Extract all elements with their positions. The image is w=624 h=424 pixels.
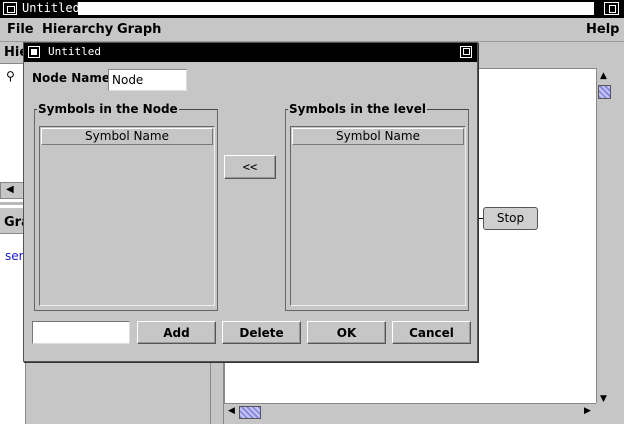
menubar: File Hierarchy Graph Help (0, 18, 624, 42)
scroll-right-icon[interactable]: ▶ (584, 406, 591, 416)
symbols-in-node-list[interactable]: Symbol Name (39, 126, 215, 306)
symbol-name-input[interactable] (32, 321, 130, 344)
symbols-in-node-legend: Symbols in the Node (37, 102, 179, 116)
move-to-node-button[interactable]: << (224, 155, 276, 179)
symbols-in-node-column-header[interactable]: Symbol Name (41, 128, 213, 145)
symbols-in-level-column-header[interactable]: Symbol Name (292, 128, 464, 145)
node-name-label: Node Name (32, 71, 110, 85)
scroll-corner (596, 403, 613, 421)
main-titlebar[interactable]: Untitled (0, 0, 624, 18)
delete-button[interactable]: Delete (222, 321, 301, 344)
titlebar-fill (78, 2, 594, 15)
menu-help[interactable]: Help (586, 22, 619, 37)
node-dialog: Untitled Node Name Symbols in the Node S… (23, 42, 478, 362)
window-menu-icon[interactable] (3, 2, 17, 15)
menu-hierarchy[interactable]: Hierarchy (42, 22, 113, 37)
graph-list-item[interactable]: ser (5, 249, 24, 263)
dialog-title: Untitled (48, 45, 101, 58)
graph-node-stop[interactable]: Stop (483, 207, 538, 230)
scroll-left-icon[interactable]: ◀ (6, 184, 14, 195)
scroll-left-icon[interactable]: ◀ (228, 406, 235, 416)
symbols-in-level-list[interactable]: Symbol Name (290, 126, 466, 306)
maximize-icon[interactable] (604, 2, 619, 15)
node-name-input[interactable] (108, 69, 187, 91)
dialog-menu-icon[interactable] (28, 46, 40, 58)
hscroll-thumb[interactable] (239, 406, 261, 419)
menu-file[interactable]: File (7, 22, 34, 37)
key-icon[interactable]: ⚲ (6, 69, 15, 83)
add-button[interactable]: Add (137, 321, 216, 344)
window-title: Untitled (22, 1, 80, 15)
symbols-in-level-group: Symbols in the level Symbol Name (285, 102, 469, 311)
vscroll-thumb[interactable] (598, 85, 611, 99)
cancel-button[interactable]: Cancel (392, 321, 471, 344)
menu-graph[interactable]: Graph (117, 22, 161, 37)
symbols-in-level-legend: Symbols in the level (288, 102, 427, 116)
vertical-splitter[interactable] (210, 362, 224, 424)
canvas-hscrollbar[interactable]: ◀ ▶ (224, 403, 613, 421)
scroll-up-icon[interactable]: ▲ (600, 71, 607, 81)
dialog-titlebar[interactable]: Untitled (24, 43, 477, 62)
dialog-maximize-icon[interactable] (460, 46, 472, 58)
symbols-in-node-group: Symbols in the Node Symbol Name (34, 102, 218, 311)
canvas-vscrollbar[interactable]: ▲ ▼ (596, 68, 613, 406)
ok-button[interactable]: OK (307, 321, 386, 344)
